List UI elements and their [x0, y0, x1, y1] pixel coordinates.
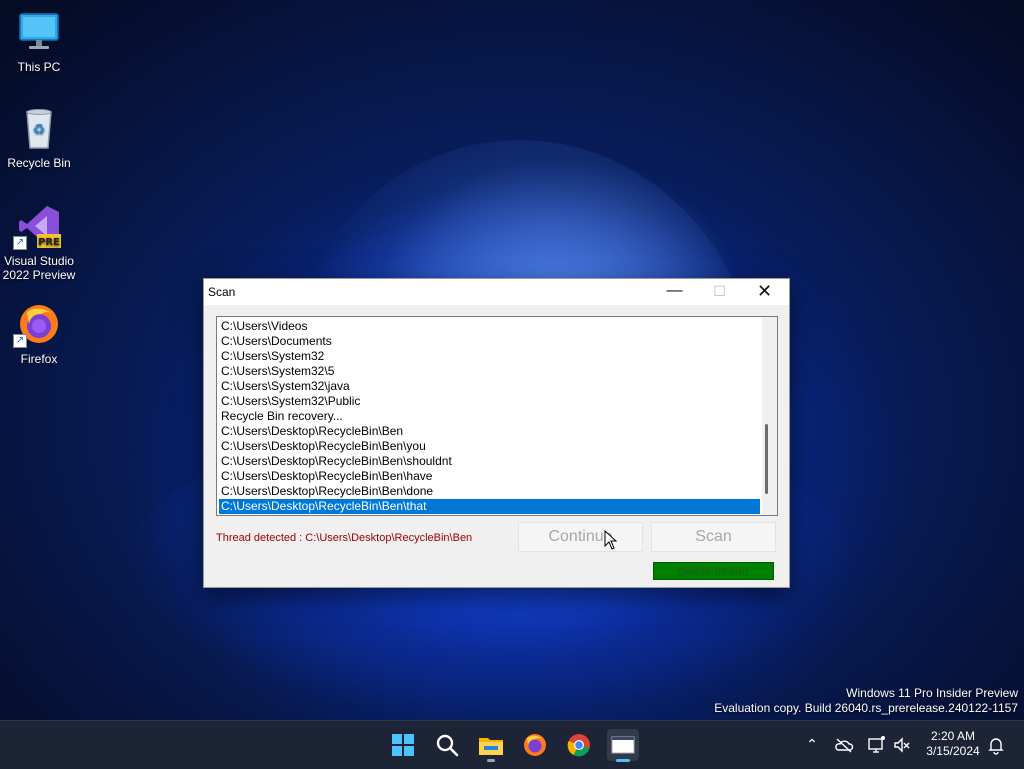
desktop-icon-label-line2: 2022 Preview	[2, 268, 76, 282]
list-scrollbar-thumb[interactable]	[765, 424, 768, 494]
continue-button[interactable]: Continue	[518, 522, 643, 552]
list-item[interactable]: C:\Users\System32	[219, 349, 760, 364]
close-icon: ✕	[756, 281, 773, 301]
clock-time: 2:20 AM	[930, 729, 976, 743]
onedrive-icon	[835, 738, 854, 753]
chrome-icon	[567, 734, 590, 757]
firefox-icon	[524, 734, 546, 756]
scan-app-taskbar-button[interactable]	[607, 729, 639, 762]
desktop-icon-label-line1: Visual Studio	[4, 254, 74, 268]
system-clock[interactable]: 2:20 AM 3/15/2024	[918, 729, 988, 759]
watermark-line1: Windows 11 Pro Insider Preview	[846, 686, 1018, 700]
list-item[interactable]: C:\Users\Videos	[219, 319, 760, 334]
chevron-up-icon: ⌃	[806, 737, 818, 753]
onedrive-button[interactable]	[834, 735, 854, 755]
start-button[interactable]	[387, 729, 419, 761]
desktop-icon-firefox[interactable]: ↗ Firefox	[0, 302, 78, 366]
mouse-cursor-icon	[604, 530, 618, 550]
desktop-icon-label: Firefox	[20, 352, 58, 366]
file-explorer-icon	[479, 738, 503, 755]
list-item[interactable]: C:\Users\Desktop\RecycleBin\Ben\you	[219, 439, 760, 454]
window-title: Scan	[208, 285, 236, 299]
window-titlebar[interactable]: Scan — ☐ ✕	[204, 279, 789, 305]
list-item[interactable]: C:\Users\System32\Public	[219, 394, 760, 409]
file-explorer-button[interactable]	[475, 729, 507, 762]
firefox-taskbar-button[interactable]	[519, 729, 551, 761]
taskbar: ⌃ 2:20 AM 3/15/2024	[0, 720, 1024, 769]
start-icon	[392, 734, 414, 756]
volume-button[interactable]	[892, 735, 912, 755]
pre-badge: PRE	[38, 237, 60, 248]
scan-button[interactable]: Scan	[651, 522, 776, 552]
desktop-icon-visual-studio[interactable]: PRE ↗ Visual Studio 2022 Preview	[0, 204, 78, 282]
active-indicator	[616, 759, 630, 762]
delete-thread-button[interactable]: delete thread	[653, 562, 774, 580]
maximize-icon: ☐	[713, 283, 726, 299]
scan-results-list[interactable]: C:\Users\Videos C:\Users\Documents C:\Us…	[216, 316, 778, 516]
monitor-icon	[17, 10, 61, 54]
notification-bell-icon	[988, 738, 1004, 755]
network-button[interactable]	[866, 735, 886, 755]
desktop-icon-label: Recycle Bin	[7, 156, 71, 170]
volume-muted-icon	[894, 737, 910, 753]
minimize-icon: —	[666, 282, 683, 299]
watermark-line2: Evaluation copy. Build 26040.rs_prerelea…	[714, 701, 1018, 715]
show-hidden-icons-button[interactable]: ⌃	[802, 735, 822, 755]
list-item[interactable]: C:\Users\System32\5	[219, 364, 760, 379]
svg-text:♻: ♻	[33, 122, 46, 138]
thread-status-text: Thread detected : C:\Users\Desktop\Recyc…	[216, 532, 473, 544]
list-item[interactable]: C:\Users\Desktop\RecycleBin\Ben\shouldnt	[219, 454, 760, 469]
list-item[interactable]: Recycle Bin recovery...	[219, 409, 760, 424]
close-button[interactable]: ✕	[742, 279, 787, 305]
maximize-button[interactable]: ☐	[697, 279, 742, 305]
recycle-bin-icon: ♻	[17, 106, 61, 150]
chrome-taskbar-button[interactable]	[563, 729, 595, 761]
scan-window: Scan — ☐ ✕ C:\Users\Videos C:\Users\Docu…	[203, 278, 790, 588]
list-item[interactable]: C:\Users\System32\java	[219, 379, 760, 394]
app-window-icon	[611, 736, 635, 754]
list-item[interactable]: C:\Users\Desktop\RecycleBin\Ben\done	[219, 484, 760, 499]
visual-studio-icon: PRE ↗	[13, 204, 61, 250]
search-icon	[436, 734, 459, 757]
list-item-selected[interactable]: C:\Users\Desktop\RecycleBin\Ben\that	[219, 499, 760, 514]
list-item[interactable]: C:\Users\Desktop\RecycleBin\Ben	[219, 424, 760, 439]
running-indicator	[487, 759, 495, 762]
list-item[interactable]: C:\Users\Desktop\RecycleBin\Ben\have	[219, 469, 760, 484]
minimize-button[interactable]: —	[652, 279, 697, 305]
desktop-icon-label: This PC	[17, 60, 61, 74]
firefox-icon: ↗	[13, 302, 61, 348]
desktop-icon-this-pc[interactable]: This PC	[0, 10, 78, 74]
notifications-button[interactable]	[986, 735, 1006, 755]
os-watermark: Windows 11 Pro Insider Preview Evaluatio…	[714, 686, 1018, 716]
desktop-icon-recycle-bin[interactable]: ♻ Recycle Bin	[0, 106, 78, 170]
shortcut-arrow-icon: ↗	[13, 236, 27, 250]
list-item[interactable]: C:\Users\Documents	[219, 334, 760, 349]
clock-date: 3/15/2024	[926, 744, 980, 758]
network-icon	[868, 736, 885, 753]
search-button[interactable]	[431, 729, 463, 761]
shortcut-arrow-icon: ↗	[13, 334, 27, 348]
